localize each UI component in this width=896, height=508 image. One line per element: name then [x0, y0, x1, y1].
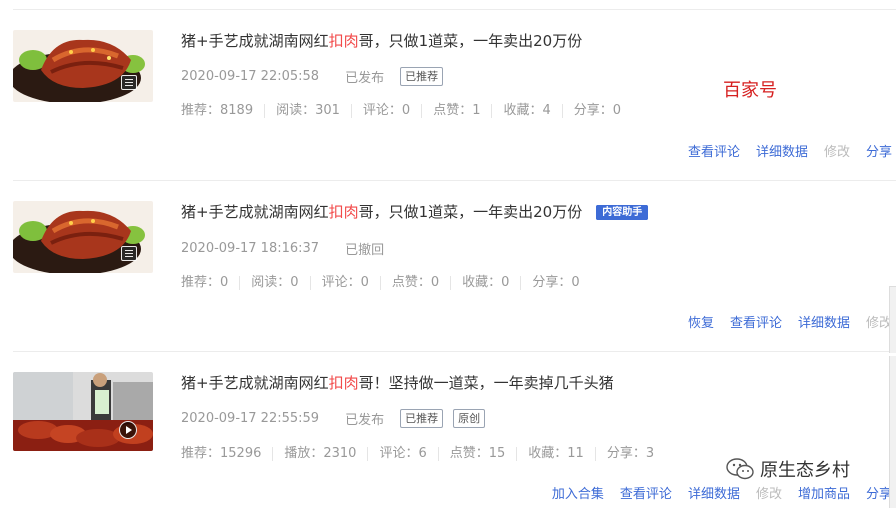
detail-data-link[interactable]: 详细数据 [798, 312, 850, 331]
recommended-badge: 已推荐 [400, 409, 444, 428]
stat-comment: 评论：6 [367, 447, 437, 461]
detail-data-link[interactable]: 详细数据 [756, 141, 808, 160]
article-actions: 恢复 查看评论 详细数据 修改 [672, 312, 892, 331]
stat-play: 播放：2310 [272, 447, 367, 461]
article-icon [121, 75, 137, 90]
article-actions: 查看评论 详细数据 修改 分享 [672, 141, 892, 160]
view-comments-link[interactable]: 查看评论 [620, 483, 672, 502]
edit-link[interactable]: 修改 [756, 483, 782, 502]
article-actions: 加入合集 查看评论 详细数据 修改 增加商品 分享 [536, 483, 892, 502]
article-meta: 2020-09-17 22:55:59 已发布 已推荐 原创 [181, 409, 486, 428]
stat-comment: 评论：0 [309, 276, 380, 290]
watermark-text: 原生态乡村 [760, 460, 850, 481]
article-title[interactable]: 猪+手艺成就湖南网红扣肉哥！坚持做一道菜，一年卖掉几千头猪 [181, 372, 614, 393]
separator-top [13, 9, 896, 10]
publish-time: 2020-09-17 22:55:59 [181, 411, 320, 426]
brand-label: 百家号 [723, 80, 777, 101]
stat-comment: 评论：0 [350, 104, 421, 118]
stat-recommend: 推荐：8189 [181, 103, 254, 118]
article-meta: 2020-09-17 18:16:37 已撤回 [181, 239, 384, 258]
stat-favorite: 收藏：11 [516, 447, 595, 461]
article-thumbnail[interactable] [13, 30, 153, 102]
content-assistant-badge: 内容助手 [596, 205, 649, 220]
video-thumbnail[interactable] [13, 372, 153, 451]
stat-recommend: 推荐：0 [181, 275, 229, 290]
status-text: 已发布 [345, 71, 385, 86]
restore-link[interactable]: 恢复 [688, 312, 714, 331]
watermark: 原生态乡村 [726, 456, 850, 482]
stat-favorite: 收藏：4 [491, 104, 561, 118]
scrollbar-thumb[interactable] [889, 286, 896, 353]
article-stats: 推荐：8189 阅读：301 评论：0 点赞：1 收藏：4 分享：0 [181, 104, 632, 118]
scrollbar-track[interactable] [889, 356, 896, 508]
share-link[interactable]: 分享 [866, 141, 892, 160]
stat-read: 阅读：301 [264, 104, 351, 118]
article-stats: 推荐：0 阅读：0 评论：0 点赞：0 收藏：0 分享：0 [181, 276, 591, 290]
stat-recommend: 推荐：15296 [181, 446, 262, 461]
separator-1 [13, 180, 896, 181]
edit-link[interactable]: 修改 [824, 141, 850, 160]
stat-share: 分享：0 [561, 104, 632, 118]
article-stats: 推荐：15296 播放：2310 评论：6 点赞：15 收藏：11 分享：3 [181, 447, 665, 461]
status-text: 已撤回 [345, 243, 385, 258]
stat-share: 分享：3 [594, 447, 665, 461]
add-product-link[interactable]: 增加商品 [798, 483, 850, 502]
add-to-collection-link[interactable]: 加入合集 [552, 483, 604, 502]
stat-like: 点赞：0 [379, 276, 450, 290]
separator-2 [13, 351, 889, 352]
stat-read: 阅读：0 [239, 276, 309, 290]
article-title[interactable]: 猪+手艺成就湖南网红扣肉哥，只做1道菜，一年卖出20万份 [181, 30, 582, 51]
view-comments-link[interactable]: 查看评论 [688, 141, 740, 160]
article-icon [121, 246, 137, 261]
stat-share: 分享：0 [520, 276, 590, 290]
video-play-icon [119, 421, 137, 439]
publish-time: 2020-09-17 18:16:37 [181, 241, 320, 256]
recommended-badge: 已推荐 [400, 67, 444, 86]
stat-favorite: 收藏：0 [450, 276, 520, 290]
view-comments-link[interactable]: 查看评论 [730, 312, 782, 331]
original-badge: 原创 [453, 409, 486, 428]
publish-time: 2020-09-17 22:05:58 [181, 69, 320, 84]
article-title[interactable]: 猪+手艺成就湖南网红扣肉哥，只做1道菜，一年卖出20万份 内容助手 [181, 201, 649, 222]
article-meta: 2020-09-17 22:05:58 已发布 已推荐 [181, 67, 444, 86]
wechat-icon [726, 458, 754, 480]
status-text: 已发布 [345, 413, 385, 428]
stat-like: 点赞：1 [421, 104, 491, 118]
article-thumbnail[interactable] [13, 201, 153, 273]
stat-like: 点赞：15 [437, 447, 517, 461]
detail-data-link[interactable]: 详细数据 [688, 483, 740, 502]
